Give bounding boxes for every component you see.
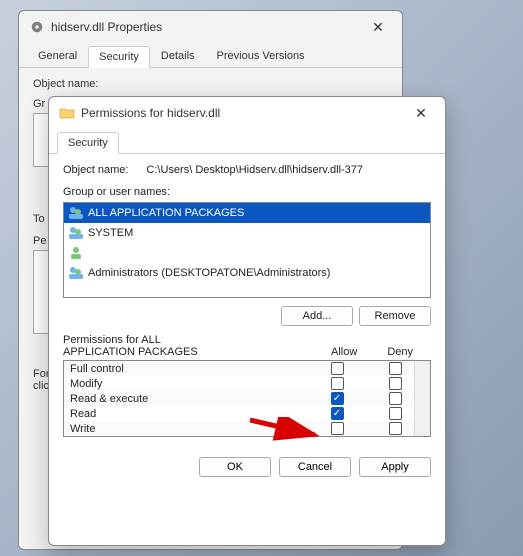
allow-checkbox[interactable] (331, 377, 344, 390)
group-label: Group or user names: (63, 186, 431, 198)
back-title: hidserv.dll Properties (51, 20, 364, 34)
front-tab-security[interactable]: Security (57, 132, 119, 154)
allow-checkbox[interactable] (331, 362, 344, 375)
user-icon (68, 245, 84, 261)
tab-security[interactable]: Security (88, 46, 150, 68)
gear-icon (29, 19, 45, 35)
front-titlebar: Permissions for hidserv.dll ✕ (49, 97, 445, 129)
cancel-button[interactable]: Cancel (279, 457, 351, 477)
allow-checkbox[interactable] (331, 422, 344, 435)
deny-checkbox[interactable] (389, 422, 402, 435)
object-path: C:\Users\ Desktop\Hidserv.dll\hidserv.dl… (146, 164, 363, 176)
tab-details[interactable]: Details (150, 45, 206, 67)
list-item-label: SYSTEM (88, 227, 133, 239)
back-titlebar: hidserv.dll Properties ✕ (19, 11, 402, 43)
list-item-label: Administrators (DESKTOPATONE\Administrat… (88, 267, 330, 279)
back-object-label: Object name: (33, 78, 98, 90)
deny-checkbox[interactable] (389, 392, 402, 405)
allow-checkbox[interactable]: ✓ (331, 407, 344, 420)
apply-button[interactable]: Apply (359, 457, 431, 477)
perm-row-read-execute: Read & execute ✓ (64, 391, 430, 406)
object-label: Object name: (63, 164, 128, 176)
front-tabs: Security (49, 131, 445, 154)
back-permbox-trunc (33, 250, 49, 334)
remove-button[interactable]: Remove (359, 306, 431, 326)
back-close-button[interactable]: ✕ (364, 17, 392, 37)
ok-button[interactable]: OK (199, 457, 271, 477)
tab-previous-versions[interactable]: Previous Versions (206, 45, 316, 67)
front-close-button[interactable]: ✕ (407, 103, 435, 123)
perm-title: Permissions for ALL APPLICATION PACKAGES (63, 334, 233, 358)
users-icon (68, 205, 84, 221)
users-icon (68, 225, 84, 241)
perm-name: Write (70, 423, 308, 435)
users-icon (68, 265, 84, 281)
deny-checkbox[interactable] (389, 377, 402, 390)
col-deny: Deny (387, 346, 413, 358)
back-listbox-trunc (33, 113, 49, 167)
folder-icon (59, 105, 75, 121)
perm-name: Modify (70, 378, 308, 390)
back-tabs: General Security Details Previous Versio… (19, 45, 402, 68)
back-to-trunc: To (33, 213, 45, 225)
perm-row-modify: Modify (64, 376, 430, 391)
list-item-blank[interactable] (64, 243, 430, 263)
perm-row-write: Write (64, 421, 430, 436)
deny-checkbox[interactable] (389, 407, 402, 420)
perm-name: Full control (70, 363, 308, 375)
col-allow: Allow (331, 346, 357, 358)
front-title: Permissions for hidserv.dll (81, 106, 407, 120)
perm-row-read: Read ✓ (64, 406, 430, 421)
perm-name: Read & execute (70, 393, 308, 405)
back-group-trunc: Gr (33, 98, 45, 110)
back-pe-trunc: Pe (33, 235, 46, 247)
permissions-table: Full control Modify Read & execute ✓ Rea… (63, 360, 431, 437)
scrollbar[interactable] (414, 361, 430, 436)
list-item-all-packages[interactable]: ALL APPLICATION PACKAGES (64, 203, 430, 223)
tab-general[interactable]: General (27, 45, 88, 67)
perm-row-full-control: Full control (64, 361, 430, 376)
list-item-label: ALL APPLICATION PACKAGES (88, 207, 244, 219)
deny-checkbox[interactable] (389, 362, 402, 375)
list-item-system[interactable]: SYSTEM (64, 223, 430, 243)
list-item-administrators[interactable]: Administrators (DESKTOPATONE\Administrat… (64, 263, 430, 283)
permissions-window: Permissions for hidserv.dll ✕ Security O… (48, 96, 446, 546)
add-button[interactable]: Add... (281, 306, 353, 326)
perm-name: Read (70, 408, 308, 420)
back-click-trunc: clic (33, 380, 49, 392)
allow-checkbox[interactable]: ✓ (331, 392, 344, 405)
user-listbox[interactable]: ALL APPLICATION PACKAGES SYSTEM Administ… (63, 202, 431, 298)
